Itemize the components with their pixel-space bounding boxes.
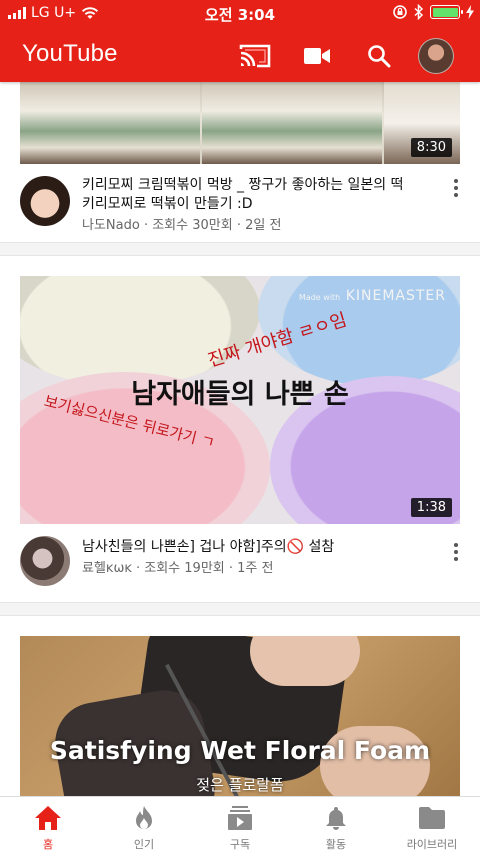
bottom-nav: 홈 인기 구독 활동 라이브러리 xyxy=(0,796,480,854)
home-icon xyxy=(35,806,61,830)
top-bar: LG U+ 오전 3:04 YouTube xyxy=(0,0,480,82)
account-avatar[interactable] xyxy=(418,38,454,74)
watermark: Made with KINEMASTER xyxy=(298,288,446,304)
video-title[interactable]: 키리모찌 크림떡볶이 먹방 _ 짱구가 좋아하는 일본의 떡 키리모찌로 떡볶이… xyxy=(82,176,412,235)
divider xyxy=(0,242,480,256)
subscriptions-icon xyxy=(228,806,252,830)
bell-icon xyxy=(326,807,346,830)
charging-icon xyxy=(466,5,474,19)
video-thumbnail[interactable]: Made with KINEMASTER 진짜 개야함 ㄹㅇ임 남자애들의 나쁜… xyxy=(20,276,460,524)
app-bar: YouTube xyxy=(0,28,480,82)
nav-library[interactable]: 라이브러리 xyxy=(384,797,480,854)
cast-button[interactable] xyxy=(224,37,286,75)
video-thumbnail[interactable]: Satisfying Wet Floral Foam 젖은 플로랄폼 xyxy=(20,636,460,818)
video-title[interactable]: 남사친들의 나쁜손] 겁나 야함]주의🚫 설참 료헬ĸωĸ · 조회수 19만회… xyxy=(82,538,412,578)
video-subtitle: 나도Nado · 조회수 30만회 · 2일 전 xyxy=(82,218,282,233)
channel-avatar[interactable] xyxy=(20,536,70,586)
more-options-button[interactable] xyxy=(446,176,466,200)
divider xyxy=(0,602,480,616)
rotation-lock-icon xyxy=(393,5,407,19)
video-duration: 8:30 xyxy=(410,138,452,157)
flame-icon xyxy=(136,806,152,829)
nav-activity[interactable]: 활동 xyxy=(288,797,384,854)
video-meta: 남사친들의 나쁜손] 겁나 야함]주의🚫 설참 료헬ĸωĸ · 조회수 19만회… xyxy=(0,524,480,602)
search-button[interactable] xyxy=(348,37,410,75)
thumbnail-caption: 젖은 플로랄폼 xyxy=(196,776,284,794)
cast-icon xyxy=(239,44,271,68)
video-title-text: 키리모찌 크림떡볶이 먹방 _ 짱구가 좋아하는 일본의 떡 키리모찌로 떡볶이… xyxy=(82,177,404,212)
nav-library-label: 라이브러리 xyxy=(406,838,458,851)
nav-home[interactable]: 홈 xyxy=(0,797,96,854)
more-options-button[interactable] xyxy=(446,540,466,564)
bluetooth-icon xyxy=(414,4,424,20)
status-bar: LG U+ 오전 3:04 xyxy=(0,0,480,28)
video-feed: 8:30 키리모찌 크림떡볶이 먹방 _ 짱구가 좋아하는 일본의 떡 키리모찌… xyxy=(0,82,480,818)
video-title-text: 남사친들의 나쁜손] 겁나 야함]주의🚫 설참 xyxy=(82,539,335,555)
video-thumbnail[interactable]: 8:30 xyxy=(20,82,460,164)
battery-icon xyxy=(430,5,463,19)
search-icon xyxy=(368,45,391,68)
nav-trending[interactable]: 인기 xyxy=(96,797,192,854)
video-meta: 키리모찌 크림떡볶이 먹방 _ 짱구가 좋아하는 일본의 떡 키리모찌로 떡볶이… xyxy=(0,164,480,242)
nav-home-label: 홈 xyxy=(42,838,54,851)
channel-avatar[interactable] xyxy=(20,176,70,226)
camera-icon xyxy=(304,48,330,64)
nav-trending-label: 인기 xyxy=(133,838,155,851)
app-title[interactable]: YouTube xyxy=(22,40,118,68)
nav-subscriptions[interactable]: 구독 xyxy=(192,797,288,854)
video-duration: 1:38 xyxy=(410,498,452,517)
upload-video-button[interactable] xyxy=(286,37,348,75)
video-subtitle: 료헬ĸωĸ · 조회수 19만회 · 1주 전 xyxy=(82,561,274,576)
nav-activity-label: 활동 xyxy=(325,838,347,851)
nav-subscriptions-label: 구독 xyxy=(229,838,251,851)
folder-icon xyxy=(419,807,445,829)
thumbnail-headline: Satisfying Wet Floral Foam xyxy=(49,736,431,765)
